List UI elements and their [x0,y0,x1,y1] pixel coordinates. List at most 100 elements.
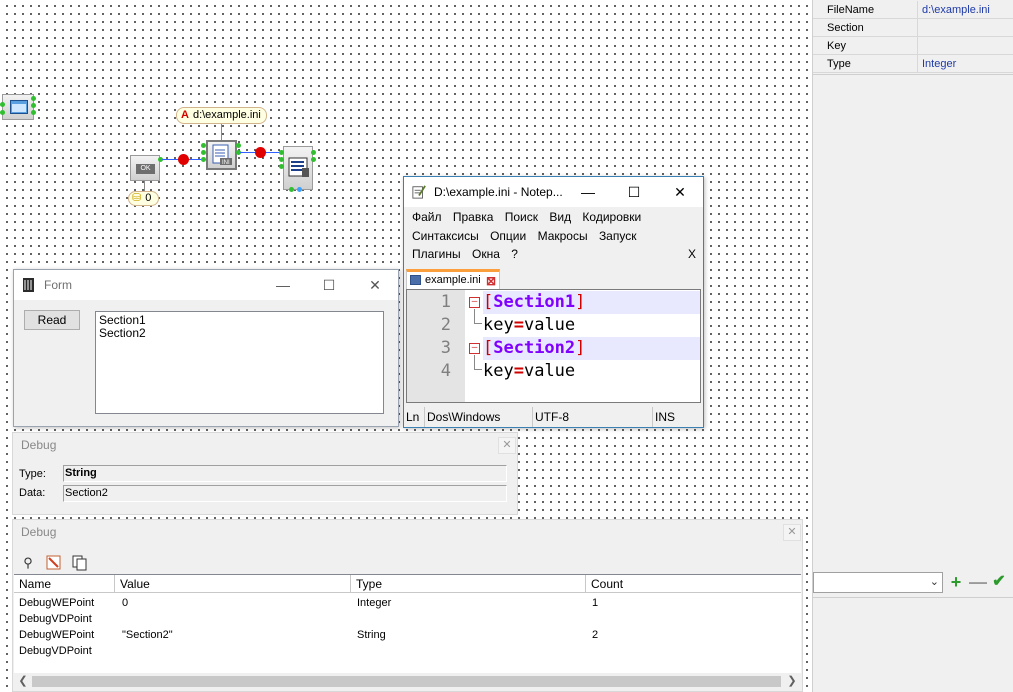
red-point[interactable] [255,147,266,158]
menu-options[interactable]: Опции [490,227,526,246]
pin [201,143,206,148]
button-component[interactable]: OK [130,155,160,181]
clear-icon-graphic [46,555,61,570]
close-button[interactable]: ✕ [352,270,398,300]
pin-tool-icon[interactable]: ⚲ [19,555,37,571]
plus-icon[interactable]: + [948,572,964,592]
cell-count [587,644,592,659]
menu-bar: Плагины Окна ? X [404,245,703,264]
menu-file[interactable]: Файл [412,208,442,227]
cell-value: "Section2" [122,629,173,641]
menu-bar: Синтаксисы Опции Макросы Запуск [404,227,703,246]
prop-name: Key [815,37,918,55]
tab-example-ini[interactable]: example.ini ⊠ [406,269,500,289]
window-component[interactable] [2,94,34,120]
menu-close-doc[interactable]: X [688,245,696,264]
clear-icon[interactable] [45,555,63,571]
minimize-button[interactable]: — [565,177,611,207]
column-header-count[interactable]: Count [586,575,801,593]
ini-filename-label[interactable]: Ad:\example.ini [176,107,267,124]
sections-listbox[interactable]: Section1 Section2 [95,311,384,414]
wire [144,181,145,191]
menu-plugins[interactable]: Плагины [412,245,461,264]
cell-type [352,612,357,627]
property-combo[interactable]: ⌄ [813,572,943,593]
red-point[interactable] [178,154,189,165]
check-icon[interactable]: ✔ [991,572,1007,592]
list-item[interactable]: Section2 [99,327,380,340]
minus-icon[interactable]: — [969,572,987,592]
menu-help[interactable]: ? [511,245,518,264]
line-number: 4 [440,361,451,381]
pin [31,96,36,101]
prop-row-type[interactable]: Type Integer [813,55,1013,73]
fold-minus-icon[interactable]: – [469,343,480,354]
line-number: 3 [440,338,451,358]
key-text: key [483,315,514,335]
prop-row-section[interactable]: Section [813,19,1013,37]
prop-row-filename[interactable]: FileName d:\example.ini [813,1,1013,19]
status-ln: Ln [404,407,425,427]
pin [289,187,294,192]
line-number: 2 [440,315,451,335]
menu-edit[interactable]: Правка [453,208,494,227]
cell-value: 0 [122,597,129,609]
list-icon [288,157,309,177]
pin [279,164,284,169]
prop-value[interactable]: d:\example.ini [919,1,1013,19]
column-header-name[interactable]: Name [14,575,115,593]
bracket: ] [575,292,586,312]
prop-value[interactable] [919,19,1013,37]
menu-run[interactable]: Запуск [599,227,637,246]
debug-title[interactable]: Debug [13,433,517,457]
scroll-right-icon[interactable]: ❯ [785,674,799,689]
maximize-button[interactable]: ☐ [611,177,657,207]
bracket: ] [575,338,586,358]
list-component[interactable] [283,146,313,190]
menu-search[interactable]: Поиск [505,208,538,227]
status-encoding: UTF-8 [533,407,653,427]
form-title-bar[interactable]: Form — ☐ ✕ [14,270,398,300]
cell-name: DebugVDPoint [19,613,92,625]
maximize-button[interactable]: ☐ [306,270,352,300]
copy-icon[interactable] [71,555,89,571]
ini-component[interactable]: INI [206,140,237,170]
read-button[interactable]: Read [24,310,80,330]
menu-windows[interactable]: Окна [472,245,500,264]
menu-syntax[interactable]: Синтаксисы [412,227,479,246]
close-button[interactable]: ✕ [657,177,703,207]
debug-title[interactable]: Debug [13,520,802,544]
type-field: String [63,465,507,482]
notepad-title-bar[interactable]: D:\example.ini - Notep... — ☐ ✕ [404,177,703,207]
ini-component-text: INI [222,160,230,166]
copy-icon-graphic [72,555,87,571]
menu-macros[interactable]: Макросы [538,227,588,246]
tab-label: example.ini [425,274,481,286]
menu-encoding[interactable]: Кодировки [582,208,641,227]
save-icon [410,275,421,285]
counter-label[interactable]: ⛁ 0 [128,191,159,206]
minimize-button[interactable]: — [260,270,306,300]
form-title: Form [44,278,72,292]
prop-value[interactable]: Integer [919,55,1013,73]
horizontal-scrollbar[interactable]: ❮ ❯ [14,673,801,690]
close-tab-icon[interactable]: ⊠ [486,273,496,289]
scroll-left-icon[interactable]: ❮ [16,674,30,689]
fold-line [474,309,475,323]
section-name: Section2 [493,338,576,358]
editor-area[interactable]: 1 2 3 4 – – [Section1] key=value [Sectio… [406,289,701,403]
column-header-value[interactable]: Value [115,575,351,593]
value-text: value [523,361,576,381]
close-icon[interactable]: ✕ [783,524,801,541]
pin [279,150,284,155]
fold-minus-icon[interactable]: – [469,297,480,308]
menu-view[interactable]: Вид [549,208,571,227]
prop-row-key[interactable]: Key [813,37,1013,55]
scrollbar-thumb[interactable] [32,676,781,687]
column-header-type[interactable]: Type [351,575,586,593]
pin [311,150,316,155]
prop-value[interactable] [919,37,1013,55]
chevron-down-icon: ⌄ [929,576,939,588]
debug-grid: Name Value Type Count DebugWEPoint 0 Int… [14,574,801,690]
close-icon[interactable]: ✕ [498,437,516,454]
